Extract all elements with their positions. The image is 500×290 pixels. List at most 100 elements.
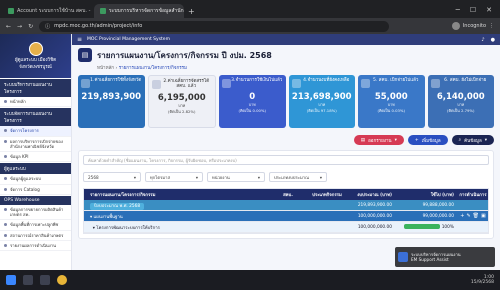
card-value: 55,000 [374,92,408,102]
card-value: 0 [249,92,256,102]
summary-card[interactable]: 2.ค่าเฉลี่ยการจัดสรรได้ สคบ. แล้ว 6,195,0… [147,75,216,128]
browser-tab-label: ระบบการบริหารจัดการข้อมูลสำนักงาน [109,8,184,14]
sidebar-section-header: ระบบจัดการงานแผนงานโครงการ [0,108,71,127]
sidebar-item-planting-area[interactable]: ข้อมูลพื้นที่การเพาะปลูกพืช [0,220,71,231]
card-label: 6. สคบ. ยังไม่เบิกจ่าย [444,78,487,83]
breadcrumb-current[interactable]: รายการแผนงาน/โครงการ/กิจกรรม [119,66,187,71]
topbar-actions: ♪ ● [481,37,495,43]
chrome-icon[interactable] [57,275,67,285]
sidebar-item-admin-users[interactable]: ข้อมูลผู้ดูแลระบบ [0,174,71,185]
year-select[interactable]: 2568 ▾ [83,172,141,182]
notification-toast[interactable]: ระบบบริหารจัดการแผนงาน EM Support Assist [395,247,495,267]
summary-card[interactable]: 4.จำนวนงบที่ยังคงเหลือ 213,698,900 บาท (คิด… [288,75,355,128]
sidebar-item-production[interactable]: ข้อมูลการขยายการผลิตสินค้าเกษตร สค. [0,205,71,221]
app-window: ผู้ดูแลระบบ เมืองวิชิต จังหวัดเพชรบูรณ์ … [0,34,500,270]
export-button-label: ออกรายงาน [368,138,392,144]
reload-icon[interactable]: ↻ [28,23,33,30]
card-value: 6,140,000 [436,92,485,102]
browser-tab-1[interactable]: Account ระบบการใช้บ้าน สคบ. - I × [2,4,92,18]
progress-bar [404,224,441,229]
search-icon[interactable] [23,275,33,285]
browser-tab-2[interactable]: ระบบการบริหารจัดการข้อมูลสำนักงาน × [94,4,184,18]
chevron-down-icon: ▾ [319,174,322,180]
table-row-plan[interactable]: ▾ แผนงานพื้นฐาน 100,000,000.00 99,000,00… [84,211,488,222]
clock[interactable]: 1:00 15/9/2568 [471,275,494,286]
plan-label: แผนงานพื้นฐาน [93,214,123,220]
search-input[interactable]: ค้นหาด้วยคำสำคัญ (ชื่อแผนงาน, โครงการ, ก… [83,155,489,165]
minimize-icon[interactable]: ─ [456,6,460,14]
app-topbar: ≡ MOC Provincial Management System ♪ ● [72,34,500,45]
avatar[interactable] [28,41,43,56]
column-header[interactable]: งบประมาณ (บาท) [352,191,396,198]
add-icon[interactable]: + [460,213,464,219]
table-cell: + ✎ 🗑 ▣ [458,213,488,219]
summary-card[interactable]: 5. สคบ. เบิกจ่ายไปแล้ว 55,000 บาท (คิดเป็น … [358,75,425,128]
close-window-icon[interactable]: ✕ [486,6,492,14]
card-icon [222,79,231,88]
column-header[interactable]: ประเภทกิจกรรม [302,191,352,198]
user-menu-icon[interactable]: ● [491,37,495,43]
card-label: 1.ค่าเฉลี่ยการใช้ทั้งจังหวัด [90,78,142,83]
system-name: MOC Provincial Management System [87,37,170,42]
column-header[interactable]: การดำเนินการ [458,191,488,198]
table-header: รายการแผนงาน/โครงการ/กิจกรรม สคบ. ประเภท… [84,189,488,200]
agency-select[interactable]: หน่วยงาน ▾ [207,172,265,182]
table-row-project[interactable]: ▾ โครงการพัฒนาระบบการให้บริการ 100,000,0… [84,222,488,233]
add-button-label: เพิ่มข้อมูล [421,138,441,144]
hamburger-menu-icon[interactable]: ≡ [77,36,82,43]
card-icon [291,79,301,88]
file-explorer-icon[interactable] [40,275,50,285]
edit-icon[interactable]: ✎ [466,213,470,219]
sidebar-item-report[interactable]: รายงานผลการดำเนินงาน [0,241,71,251]
card-label: 2.ค่าเฉลี่ยการจัดสรรได้ สคบ. แล้ว [163,79,210,90]
forward-icon[interactable]: → [17,23,22,30]
project-table: รายการแผนงาน/โครงการ/กิจกรรม สคบ. ประเภท… [83,188,489,234]
quarter-select[interactable]: ทุกไตรมาส ▾ [145,172,203,182]
document-icon: ▤ [360,137,366,143]
progress-bar-fill [404,224,441,229]
table-row-fiscal-year[interactable]: ปีงบประมาณ พ.ศ. 2568 219,893,900.00 99,8… [84,200,488,211]
export-report-button[interactable]: ▤ ออกรายงาน ▾ [353,135,404,145]
column-header[interactable]: สคบ. [274,191,302,198]
page-title: รายการแผนงาน/โครงการ/กิจกรรม ปี งปม. 256… [97,50,272,60]
address-bar[interactable]: ⓘ mpdc.moc.go.th/admin/project/info [39,20,390,32]
start-icon[interactable] [6,275,16,285]
incognito-indicator[interactable]: Incognito ⋮ [451,22,494,30]
new-tab-icon[interactable]: + [188,7,195,16]
view-icon[interactable]: ▣ [481,213,486,219]
sidebar-section-header: ระบบบริหารงานแผนงานโครงการ [0,79,71,97]
sidebar-item-prices[interactable]: สถานการณ์ราคาสินค้าเกษตร [0,231,71,241]
column-header[interactable]: รายการแผนงาน/โครงการ/กิจกรรม [84,191,274,198]
browser-menu-icon[interactable]: ⋮ [489,23,494,29]
fiscal-year-tag: ปีงบประมาณ พ.ศ. 2568 [90,202,145,210]
page-header: ▤ รายการแผนงาน/โครงการ/กิจกรรม ปี งปม. 2… [78,48,494,62]
summary-card[interactable]: 3.จำนวนการใช้เงินไปแล้ว 0 บาท (คิดเป็น 0.00… [219,75,286,128]
summary-card[interactable]: 1.ค่าเฉลี่ยการใช้ทั้งจังหวัด 219,893,900 [78,75,145,128]
sidebar-item-home[interactable]: หน้าหลัก [0,97,71,108]
card-percent: (คิดเป็น 2.79%) [446,108,475,113]
card-icon [361,79,370,88]
add-data-button[interactable]: + เพิ่มข้อมูล [407,135,448,145]
back-icon[interactable]: ← [6,23,11,30]
delete-icon[interactable]: 🗑 [473,213,479,219]
sidebar-section-header: OPS Warehouse [0,195,71,205]
breadcrumb-home[interactable]: หน้าหลัก [97,66,114,71]
row-actions: + ✎ 🗑 ▣ [460,213,486,219]
sidebar-item-manage-projects[interactable]: จัดการโครงการ [0,126,71,137]
summary-card[interactable]: 6. สคบ. ยังไม่เบิกจ่าย 6,140,000 บาท (คิดเป… [427,75,494,128]
sidebar-item-kpi[interactable]: ข้อมูล KPI [0,152,71,163]
sidebar-item-disbursement[interactable]: ผลการบริหารการเบิกจ่ายของสำนักงานพาณิชย์… [0,137,71,152]
column-header[interactable]: ใช้ไป (บาท) [396,191,458,198]
toast-text: ระบบบริหารจัดการแผนงาน EM Support Assist [411,252,461,263]
search-data-button[interactable]: ⌕ ค้นข้อมูล ▾ [451,135,494,145]
user-name: ผู้ดูแลระบบ เมืองวิชิต [14,57,57,63]
budget-type-select[interactable]: ประเภทงบประมาณ ▾ [269,172,327,182]
site-info-icon[interactable]: ⓘ [45,23,50,30]
notification-icon[interactable]: ♪ [481,37,484,43]
sidebar-item-catalog[interactable]: จัดการ Catalog [0,185,71,195]
card-label: 3.จำนวนการใช้เงินไปแล้ว [231,78,283,83]
card-icon [151,80,161,89]
main-content: ▤ รายการแผนงาน/โครงการ/กิจกรรม ปี งปม. 2… [72,45,500,270]
project-label: โครงการพัฒนาระบบการให้บริการ [96,225,160,231]
maximize-icon[interactable]: ☐ [470,6,476,14]
